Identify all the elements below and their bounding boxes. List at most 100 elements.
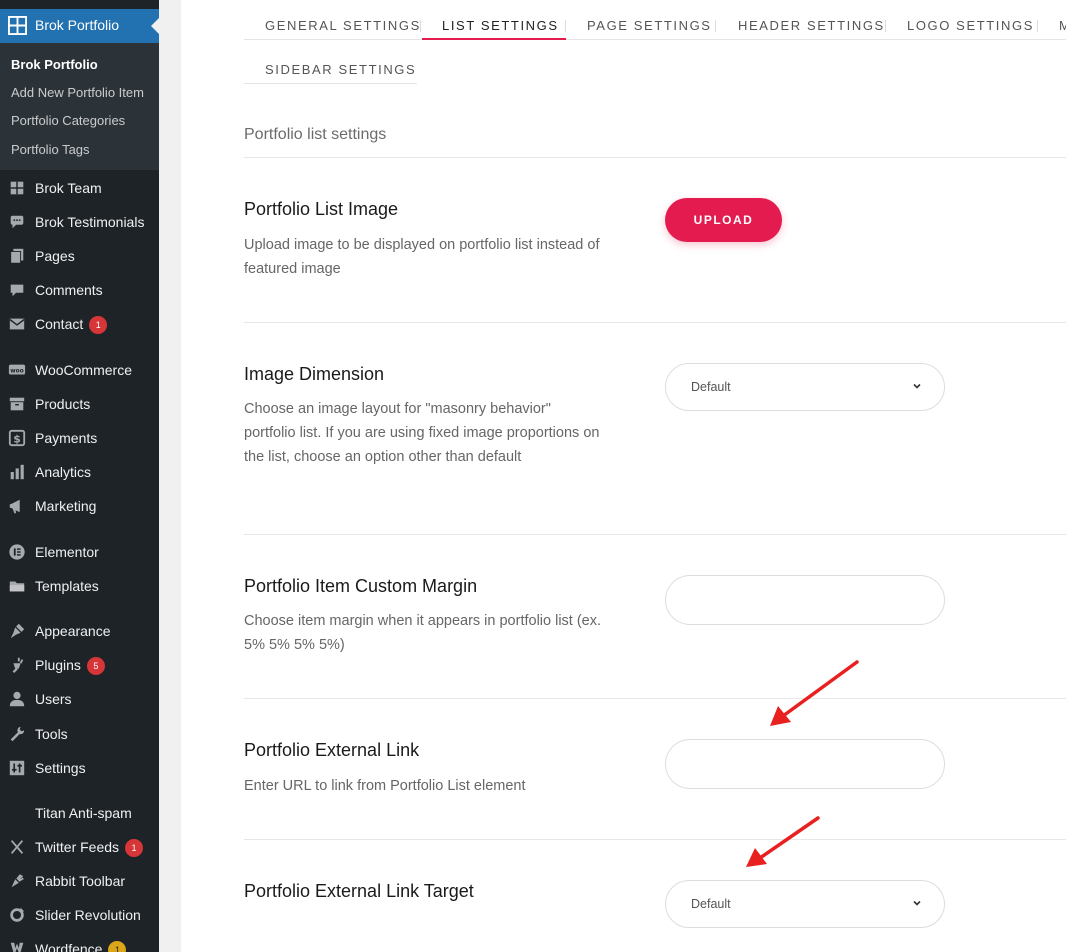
setting-description: Enter URL to link from Portfolio List el… xyxy=(244,778,526,794)
svg-text:woo: woo xyxy=(10,368,23,374)
sidebar-item-twitter-feeds[interactable]: Twitter Feeds 1 xyxy=(0,832,159,862)
folder-icon xyxy=(9,581,25,592)
sidebar-item-wordfence[interactable]: Wordfence 1 xyxy=(0,934,159,952)
sidebar-item-label: Brok Portfolio xyxy=(35,17,120,33)
brush-icon xyxy=(10,623,25,639)
submenu-item-add-new[interactable]: Add New Portfolio Item xyxy=(11,85,144,100)
tab-separator xyxy=(715,20,716,32)
setting-title: Portfolio External Link xyxy=(244,740,420,760)
sidebar-item-contact[interactable]: Contact 1 xyxy=(0,309,159,339)
sidebar-item-brok-portfolio[interactable]: Brok Portfolio xyxy=(0,9,159,43)
elementor-icon xyxy=(9,544,25,560)
notification-badge: 1 xyxy=(108,941,127,952)
tab-separator xyxy=(885,20,886,32)
submenu-item-brok-portfolio[interactable]: Brok Portfolio xyxy=(11,57,98,72)
sidebar-item-label: Comments xyxy=(35,282,103,298)
sidebar-item-pages[interactable]: Pages xyxy=(0,241,159,271)
chevron-down-icon xyxy=(913,383,921,389)
notification-badge: 5 xyxy=(86,657,105,675)
sidebar-item-label: Pages xyxy=(35,248,75,264)
divider xyxy=(244,698,1066,699)
sliders-icon xyxy=(9,760,25,776)
setting-description: Choose an image layout for "masonry beha… xyxy=(244,401,600,465)
sidebar-item-rabbit-toolbar[interactable]: Rabbit Toolbar xyxy=(0,866,159,896)
sidebar-item-label: Twitter Feeds 1 xyxy=(35,839,144,857)
sidebar-item-brok-testimonials[interactable]: Brok Testimonials xyxy=(0,207,159,237)
sidebar-item-plugins[interactable]: Plugins 5 xyxy=(0,650,159,680)
setting-title: Portfolio External Link Target xyxy=(244,881,474,901)
tab-more-settings[interactable]: M xyxy=(1059,18,1066,33)
pages-icon xyxy=(10,248,24,264)
submenu-item-tags[interactable]: Portfolio Tags xyxy=(11,142,90,157)
sidebar-item-marketing[interactable]: Marketing xyxy=(0,491,159,521)
sidebar-item-woocommerce[interactable]: woo WooCommerce xyxy=(0,355,159,385)
carrot-icon xyxy=(11,874,24,888)
divider xyxy=(244,839,1066,840)
sidebar-item-comments[interactable]: Comments xyxy=(0,275,159,305)
megaphone-icon xyxy=(9,499,20,514)
sidebar-item-products[interactable]: Products xyxy=(0,389,159,419)
setting-description: Choose item margin when it appears in po… xyxy=(244,613,602,653)
tab-logo-settings[interactable]: LOGO SETTINGS xyxy=(907,18,1034,33)
mail-icon xyxy=(9,318,25,330)
portfolio-submenu: Brok Portfolio Add New Portfolio Item Po… xyxy=(0,43,159,170)
custom-margin-input[interactable] xyxy=(665,575,945,625)
sidebar-item-label: Slider Revolution xyxy=(35,907,141,923)
image-dimension-select[interactable]: Default xyxy=(665,363,945,411)
sidebar-item-analytics[interactable]: Analytics xyxy=(0,457,159,487)
sidebar-item-titan-anti-spam[interactable]: Titan Anti-spam xyxy=(0,798,159,828)
submenu-item-categories[interactable]: Portfolio Categories xyxy=(11,113,125,128)
sidebar-item-label: Marketing xyxy=(35,498,97,514)
sidebar-item-label: Elementor xyxy=(35,544,99,560)
sidebar-item-label: Contact 1 xyxy=(35,316,108,334)
upload-button[interactable]: UPLOAD xyxy=(665,198,782,242)
tab-page-settings[interactable]: PAGE SETTINGS xyxy=(587,18,712,33)
external-link-target-select[interactable]: Default xyxy=(665,880,945,928)
notification-badge: 1 xyxy=(125,839,144,857)
select-value: Default xyxy=(691,897,731,911)
sidebar-item-label: Wordfence 1 xyxy=(35,941,127,952)
select-value: Default xyxy=(691,380,731,394)
tab-general-settings[interactable]: GENERAL SETTINGS xyxy=(265,18,421,33)
sidebar-item-label: Plugins 5 xyxy=(35,657,105,675)
setting-title: Portfolio Item Custom Margin xyxy=(244,576,478,596)
tab-sidebar-settings[interactable]: SIDEBAR SETTINGS xyxy=(265,62,416,77)
tab-separator xyxy=(565,20,566,32)
setting-description: Upload image to be displayed on portfoli… xyxy=(244,237,600,277)
divider xyxy=(244,534,1066,535)
sidebar-item-label: Brok Testimonials xyxy=(35,214,145,230)
section-title: Portfolio list settings xyxy=(244,126,387,143)
external-link-input[interactable] xyxy=(665,739,945,789)
sidebar-item-brok-team[interactable]: Brok Team xyxy=(0,173,159,203)
wordfence-icon xyxy=(10,942,24,952)
tab-separator xyxy=(420,20,421,32)
sidebar-item-label: Tools xyxy=(35,726,68,742)
archive-icon xyxy=(9,397,25,411)
setting-title: Portfolio List Image xyxy=(244,199,399,219)
admin-sidebar: Brok Portfolio Brok Portfolio Add New Po… xyxy=(0,0,159,952)
woo-icon: woo xyxy=(8,364,26,375)
sidebar-item-tools[interactable]: Tools xyxy=(0,719,159,749)
sidebar-item-users[interactable]: Users xyxy=(0,684,159,714)
tab-row-underline xyxy=(244,39,1066,40)
sidebar-item-label: Users xyxy=(35,691,72,707)
wrench-icon xyxy=(10,726,25,742)
divider xyxy=(244,157,1066,158)
divider xyxy=(244,322,1066,323)
sidebar-item-settings[interactable]: Settings xyxy=(0,753,159,783)
speech-bubble-icon xyxy=(10,215,24,229)
sidebar-item-label: WooCommerce xyxy=(35,362,132,378)
tab-header-settings[interactable]: HEADER SETTINGS xyxy=(738,18,885,33)
tab-list-settings[interactable]: LIST SETTINGS xyxy=(442,18,559,33)
comment-icon xyxy=(10,284,24,297)
sidebar-item-templates[interactable]: Templates xyxy=(0,571,159,601)
chevron-down-icon xyxy=(913,900,921,906)
sidebar-item-payments[interactable]: $ Payments xyxy=(0,423,159,453)
grid-icon xyxy=(10,181,24,195)
sidebar-item-slider-revolution[interactable]: Slider Revolution xyxy=(0,900,159,930)
user-icon xyxy=(9,691,25,707)
sidebar-item-elementor[interactable]: Elementor xyxy=(0,537,159,567)
sidebar-item-label: Rabbit Toolbar xyxy=(35,873,126,889)
tab-separator xyxy=(1037,20,1038,32)
sidebar-item-appearance[interactable]: Appearance xyxy=(0,616,159,646)
